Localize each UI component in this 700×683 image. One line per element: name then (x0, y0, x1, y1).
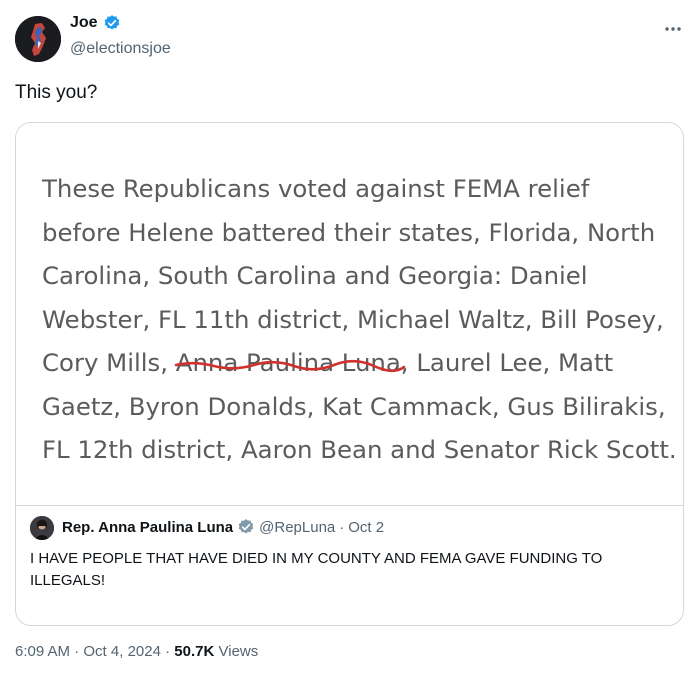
quoted-date[interactable]: Oct 2 (348, 519, 384, 536)
image-text-line: Carolina, South Carolina and Georgia: Da… (42, 261, 588, 290)
image-text-block: These Republicans voted against FEMA rel… (42, 167, 677, 472)
tweet-meta: 6:09 AM · Oct 4, 2024 · 50.7K Views (15, 643, 258, 660)
quoted-author-name[interactable]: Rep. Anna Paulina Luna (62, 519, 233, 536)
quoted-tweet-text: I HAVE PEOPLE THAT HAVE DIED IN MY COUNT… (30, 550, 603, 589)
author-name-row: Joe (70, 14, 121, 32)
more-dots-icon[interactable] (664, 16, 682, 37)
red-underline-mark (174, 359, 406, 373)
gray-verified-badge-icon (237, 518, 255, 536)
embedded-image[interactable]: These Republicans voted against FEMA rel… (16, 123, 683, 506)
tweet-text: This you? (15, 82, 98, 103)
image-text-line: FL 12th district, Aaron Bean and Senator… (42, 435, 677, 464)
views-label: Views (218, 643, 259, 660)
tweet-time[interactable]: 6:09 AM (15, 643, 70, 660)
author-avatar[interactable] (15, 16, 61, 62)
quoted-author-avatar[interactable] (30, 516, 54, 540)
verified-badge-icon (103, 14, 121, 32)
quoted-tweet[interactable]: Rep. Anna Paulina Luna @RepLuna · Oct 2 … (16, 506, 683, 625)
views-count: 50.7K (174, 643, 215, 660)
dot-separator: · (165, 643, 171, 660)
image-text-line: before Helene battered their states, Flo… (42, 217, 656, 247)
author-name[interactable]: Joe (70, 14, 98, 32)
image-text-line: These Republicans voted against FEMA rel… (42, 174, 590, 203)
image-text-line: Webster, FL 11th district, Michael Waltz… (42, 304, 664, 334)
avatar-map-image (15, 16, 61, 62)
quoted-author-handle[interactable]: @RepLuna (259, 519, 335, 536)
dot-separator: · (339, 518, 345, 536)
tweet-date[interactable]: Oct 4, 2024 (83, 643, 161, 660)
image-text-line: Gaetz, Byron Donalds, Kat Cammack, Gus B… (42, 391, 666, 421)
dot-separator: · (74, 643, 80, 660)
quoted-header: Rep. Anna Paulina Luna @RepLuna · Oct 2 (62, 518, 384, 536)
media-and-quote-card[interactable]: These Republicans voted against FEMA rel… (15, 122, 684, 626)
author-handle[interactable]: @electionsjoe (70, 40, 171, 58)
